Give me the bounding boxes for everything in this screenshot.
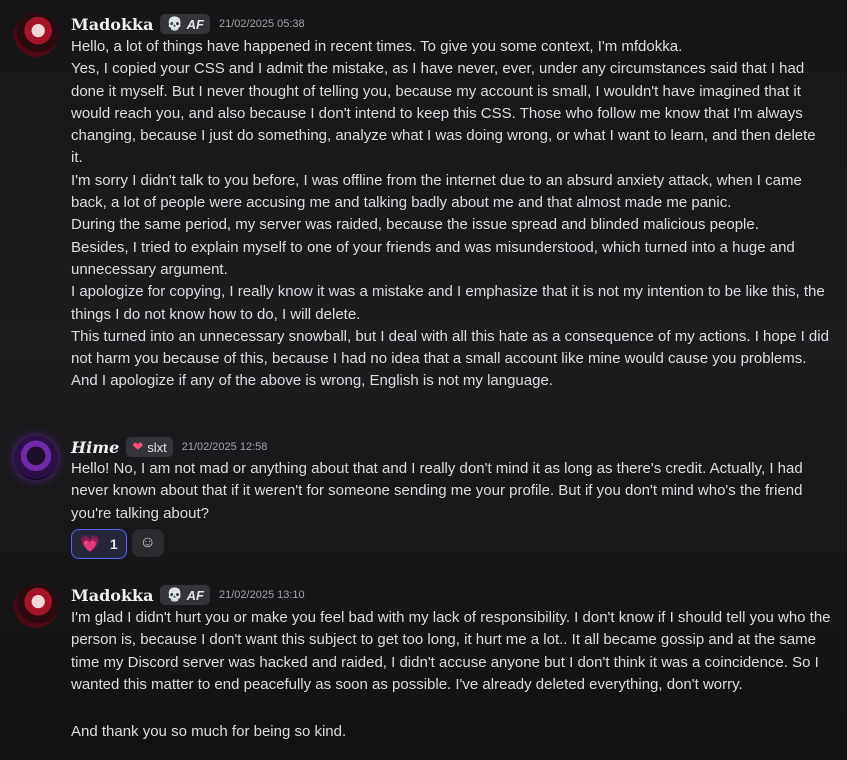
server-tag[interactable]: 💀 AF — [160, 14, 211, 34]
reactions: 💗 1 ☺ — [71, 529, 164, 559]
username[interactable]: Madokka — [71, 586, 153, 605]
smiley-icon: ☺ — [139, 534, 156, 551]
message-line: Hello, a lot of things have happened in … — [71, 38, 683, 55]
server-tag[interactable]: ❤ slxt — [126, 437, 173, 457]
server-tag-text: AF — [186, 587, 205, 603]
message-line: And I apologize if any of the above is w… — [71, 372, 553, 390]
message-line: I'm sorry I didn't talk to you before, I… — [71, 171, 802, 212]
timestamp: 21/02/2025 13:10 — [219, 589, 305, 601]
message-line: I apologize for copying, I really know i… — [71, 283, 825, 323]
reaction-count: 1 — [109, 536, 118, 552]
timestamp: 21/02/2025 05:38 — [219, 18, 305, 30]
message-line: During the same period, my server was ra… — [71, 216, 759, 234]
heart-icon: ❤ — [132, 439, 144, 454]
message-body: Hello, a lot of things have happened in … — [71, 36, 831, 393]
message-header: Madokka 💀 AF 21/02/2025 13:10 — [71, 584, 305, 606]
skull-icon: 💀 — [166, 16, 183, 31]
message-line: Yes, I copied your CSS and I admit the m… — [71, 60, 816, 167]
avatar[interactable] — [14, 13, 58, 57]
avatar[interactable] — [14, 436, 58, 480]
message-header: Madokka 💀 AF 21/02/2025 05:38 — [71, 13, 305, 35]
message-line: Besides, I tried to explain myself to on… — [71, 238, 795, 278]
sparkle-heart-icon: 💗 — [80, 536, 100, 553]
server-tag-text: slxt — [147, 439, 167, 455]
message-header: Hime ❤ slxt 21/02/2025 12:58 — [71, 436, 267, 458]
message-line: I'm glad I didn't hurt you or make you f… — [71, 609, 831, 693]
add-reaction-button[interactable]: ☺ — [131, 529, 164, 557]
avatar[interactable] — [14, 584, 58, 628]
timestamp: 21/02/2025 12:58 — [181, 441, 268, 453]
server-tag-text: AF — [186, 16, 205, 32]
message-body: Hello! No, I am not mad or anything abou… — [71, 458, 831, 525]
message-line: This turned into an unnecessary snowball… — [71, 327, 829, 368]
skull-icon: 💀 — [166, 587, 183, 602]
username[interactable]: Madokka — [71, 15, 153, 34]
message-line: And thank you so much for being so kind. — [71, 723, 347, 740]
message-line: Hello! No, I am not mad or anything abou… — [71, 460, 803, 522]
reaction-button[interactable]: 💗 1 — [71, 529, 127, 559]
server-tag[interactable]: 💀 AF — [160, 585, 211, 605]
message-body: I'm glad I didn't hurt you or make you f… — [71, 607, 831, 696]
message-followup: And thank you so much for being so kind. — [71, 721, 831, 743]
username[interactable]: Hime — [71, 438, 119, 457]
